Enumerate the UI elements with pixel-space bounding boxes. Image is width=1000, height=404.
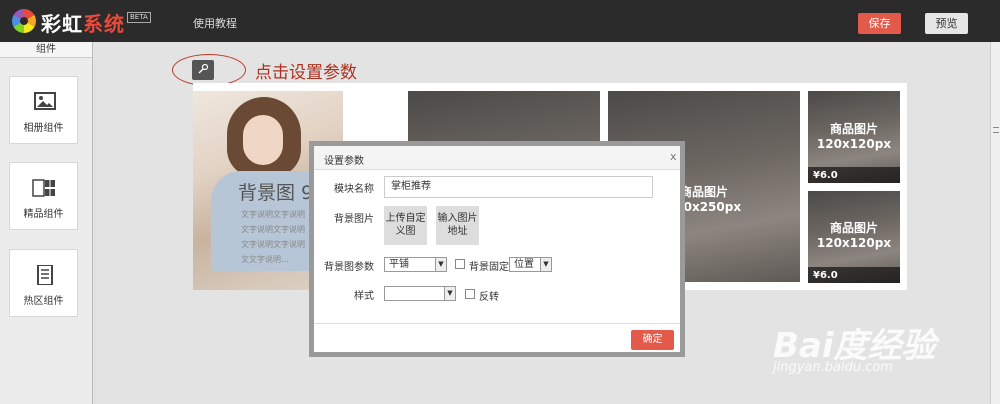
baidu-watermark: Bai度经验 jingyan.baidu.com [767, 300, 990, 400]
product-image-tile[interactable]: 商品图片 120x120px ¥6.0 [808, 91, 900, 183]
background-title: 背景图 9 [238, 182, 314, 204]
tile-mode-value: 平铺 [389, 259, 409, 270]
background-description: 文字说明文字说明文字说明文字说明文字说明文字说明文文字说明... [241, 210, 305, 264]
document-icon [37, 265, 53, 285]
module-name-label: 模块名称 [334, 184, 374, 195]
chevron-down-icon: ▼ [435, 258, 446, 271]
flip-label: 反转 [479, 292, 499, 303]
background-params-label: 背景图参数 [324, 262, 374, 273]
sidebar-item-label: 精品组件 [23, 209, 64, 220]
style-label: 样式 [354, 291, 374, 302]
grid-icon [32, 179, 55, 197]
dialog-title: 设置参数 [324, 156, 364, 167]
product-image-tile[interactable]: 商品图片 120x120px ¥6.0 [808, 191, 900, 283]
photo-face [243, 115, 283, 165]
sidebar-item-premium[interactable]: 精品组件 [9, 162, 78, 230]
tile-size: 120x120px [816, 137, 892, 151]
tile-price: ¥6.0 [813, 270, 838, 281]
beta-badge: BETA [127, 12, 151, 23]
callout-highlight-ring [172, 54, 246, 86]
rainbow-logo-icon [12, 9, 36, 33]
photo-icon [34, 92, 56, 110]
tile-size: 120x120px [816, 236, 892, 250]
chevron-down-icon: ▼ [540, 258, 551, 271]
confirm-button[interactable]: 确定 [631, 330, 674, 350]
tile-caption: 商品图片 [829, 221, 878, 235]
vertical-scrollbar[interactable] [990, 42, 1000, 404]
sidebar-item-album[interactable]: 相册组件 [9, 76, 78, 144]
position-select[interactable]: 位置 ▼ [509, 257, 552, 272]
background-image-label: 背景图片 [334, 214, 374, 225]
callout-text: 点击设置参数 [255, 63, 357, 83]
dialog-title-bar: 设置参数 x [314, 146, 680, 170]
sidebar-header: 组件 [0, 42, 92, 58]
sidebar-item-hotspot[interactable]: 热区组件 [9, 249, 78, 317]
scroll-grip[interactable] [993, 127, 999, 133]
preview-button[interactable]: 预览 [925, 13, 968, 34]
settings-dialog: 设置参数 x 模块名称 掌柜推荐 背景图片 上传自定义图 输入图片地址 背景图参… [309, 141, 685, 357]
logo-text: 彩虹系统 [41, 12, 125, 36]
top-bar: 彩虹系统 BETA 使用教程 保存 预览 [0, 0, 1000, 42]
tile-caption: 商品图片 [829, 122, 878, 136]
background-fixed-label: 背景固定 [469, 262, 509, 273]
watermark-url: jingyan.baidu.com [773, 360, 893, 375]
component-sidebar: 组件 相册组件 精品组件 热区组件 [0, 42, 93, 404]
flip-checkbox[interactable] [465, 289, 475, 299]
background-fixed-checkbox[interactable] [455, 259, 465, 269]
position-value: 位置 [514, 259, 534, 270]
sidebar-item-label: 热区组件 [23, 296, 64, 307]
enter-image-url-button[interactable]: 输入图片地址 [436, 206, 479, 245]
nav-tutorial-link[interactable]: 使用教程 [193, 15, 237, 31]
tile-mode-select[interactable]: 平铺 ▼ [384, 257, 447, 272]
upload-custom-image-button[interactable]: 上传自定义图 [384, 206, 427, 245]
tile-price: ¥6.0 [813, 170, 838, 181]
sidebar-item-label: 相册组件 [23, 123, 64, 134]
module-name-input[interactable]: 掌柜推荐 [384, 176, 653, 198]
style-select[interactable]: ▼ [384, 286, 456, 301]
chevron-down-icon: ▼ [444, 287, 455, 300]
close-icon[interactable]: x [670, 150, 677, 163]
save-button[interactable]: 保存 [858, 13, 901, 34]
dialog-footer-divider [314, 323, 680, 324]
